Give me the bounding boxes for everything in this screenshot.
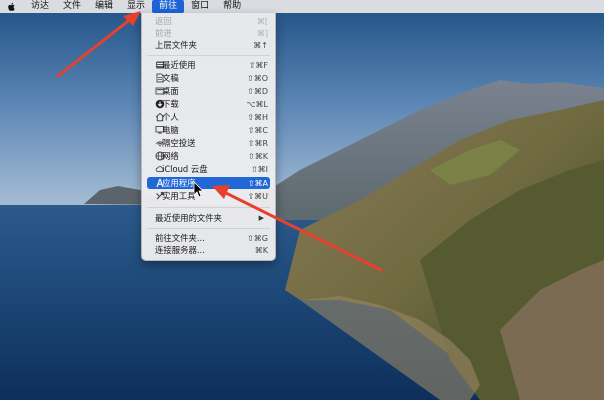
menu-item-downloads[interactable]: 下载 ⌥⌘L bbox=[147, 98, 270, 110]
menu-item-forward[interactable]: 前进 ⌘] bbox=[147, 27, 270, 39]
menu-separator bbox=[147, 207, 270, 208]
menu-item-recent-folders[interactable]: 最近使用的文件夹 ▶ bbox=[147, 212, 270, 224]
menu-item-home[interactable]: 个人 ⇧⌘H bbox=[147, 111, 270, 123]
shortcut-label: ⇧⌘K bbox=[248, 151, 268, 161]
menu-item-icloud[interactable]: iCloud 云盘 ⇧⌘I bbox=[147, 163, 270, 175]
menu-item-airdrop[interactable]: 隔空投送 ⇧⌘R bbox=[147, 137, 270, 149]
chevron-right-icon: ▶ bbox=[258, 214, 264, 222]
menu-item-label: 隔空投送 bbox=[162, 138, 196, 148]
shortcut-label: ⇧⌘O bbox=[247, 73, 268, 83]
menu-file[interactable]: 文件 bbox=[56, 0, 88, 13]
menu-item-label: 前进 bbox=[155, 28, 172, 38]
menu-item-recents[interactable]: 最近使用 ⇧⌘F bbox=[147, 59, 270, 71]
menu-item-back[interactable]: 返回 ⌘[ bbox=[147, 15, 270, 27]
menu-item-label: iCloud 云盘 bbox=[162, 164, 208, 174]
menu-separator bbox=[147, 55, 270, 56]
menu-item-connect-server[interactable]: 连接服务器... ⌘K bbox=[147, 244, 270, 256]
shortcut-label: ⇧⌘F bbox=[248, 60, 268, 70]
menu-item-label: 实用工具 bbox=[162, 191, 196, 201]
menu-window[interactable]: 窗口 bbox=[184, 0, 216, 13]
menu-view[interactable]: 显示 bbox=[120, 0, 152, 13]
menu-item-network[interactable]: 网络 ⇧⌘K bbox=[147, 150, 270, 162]
menu-item-documents[interactable]: 文稿 ⇧⌘O bbox=[147, 72, 270, 84]
menu-item-computer[interactable]: 电脑 ⇧⌘C bbox=[147, 124, 270, 136]
menu-item-label: 连接服务器... bbox=[155, 245, 205, 255]
menu-item-label: 上层文件夹 bbox=[155, 40, 197, 50]
menu-bar: 访达 文件 编辑 显示 前往 窗口 帮助 bbox=[0, 0, 604, 13]
menu-item-applications[interactable]: 应用程序 ⇧⌘A bbox=[147, 177, 270, 189]
shortcut-label: ⇧⌘A bbox=[247, 178, 268, 188]
menu-item-label: 前往文件夹... bbox=[155, 233, 205, 243]
menu-finder[interactable]: 访达 bbox=[24, 0, 56, 13]
shortcut-label: ⌘] bbox=[256, 28, 268, 38]
menu-item-label: 个人 bbox=[162, 112, 179, 122]
menu-item-label: 最近使用的文件夹 bbox=[155, 213, 222, 223]
go-menu-dropdown: 返回 ⌘[ 前进 ⌘] 上层文件夹 ⌘↑ 最近使用 ⇧⌘F 文稿 ⇧⌘O 桌面 … bbox=[141, 13, 276, 261]
menu-help[interactable]: 帮助 bbox=[216, 0, 248, 13]
shortcut-label: ⇧⌘C bbox=[247, 125, 268, 135]
menu-item-label: 返回 bbox=[155, 16, 172, 26]
wallpaper-image bbox=[0, 0, 604, 400]
menu-item-desktop[interactable]: 桌面 ⇧⌘D bbox=[147, 85, 270, 97]
shortcut-label: ⇧⌘I bbox=[250, 164, 268, 174]
menu-item-utilities[interactable]: 实用工具 ⇧⌘U bbox=[147, 190, 270, 202]
menu-item-label: 桌面 bbox=[162, 86, 179, 96]
shortcut-label: ⇧⌘R bbox=[247, 138, 268, 148]
shortcut-label: ⌘↑ bbox=[253, 40, 268, 50]
menu-item-label: 文稿 bbox=[162, 73, 179, 83]
menu-item-enclosing-folder[interactable]: 上层文件夹 ⌘↑ bbox=[147, 39, 270, 51]
menu-edit[interactable]: 编辑 bbox=[88, 0, 120, 13]
shortcut-label: ⌘[ bbox=[256, 16, 268, 26]
shortcut-label: ⇧⌘G bbox=[247, 233, 268, 243]
menu-item-label: 最近使用 bbox=[162, 60, 196, 70]
shortcut-label: ⌥⌘L bbox=[246, 99, 268, 109]
menu-item-label: 下载 bbox=[162, 99, 179, 109]
shortcut-label: ⇧⌘D bbox=[247, 86, 268, 96]
shortcut-label: ⌘K bbox=[254, 245, 268, 255]
shortcut-label: ⇧⌘H bbox=[247, 112, 268, 122]
menu-item-label: 电脑 bbox=[162, 125, 179, 135]
menu-go[interactable]: 前往 bbox=[152, 0, 185, 13]
menu-item-go-to-folder[interactable]: 前往文件夹... ⇧⌘G bbox=[147, 232, 270, 244]
menu-item-label: 应用程序 bbox=[162, 178, 196, 188]
shortcut-label: ⇧⌘U bbox=[247, 191, 268, 201]
apple-logo-icon[interactable] bbox=[0, 0, 24, 13]
menu-separator bbox=[147, 228, 270, 229]
desktop-wallpaper bbox=[0, 0, 604, 400]
menu-item-label: 网络 bbox=[162, 151, 179, 161]
